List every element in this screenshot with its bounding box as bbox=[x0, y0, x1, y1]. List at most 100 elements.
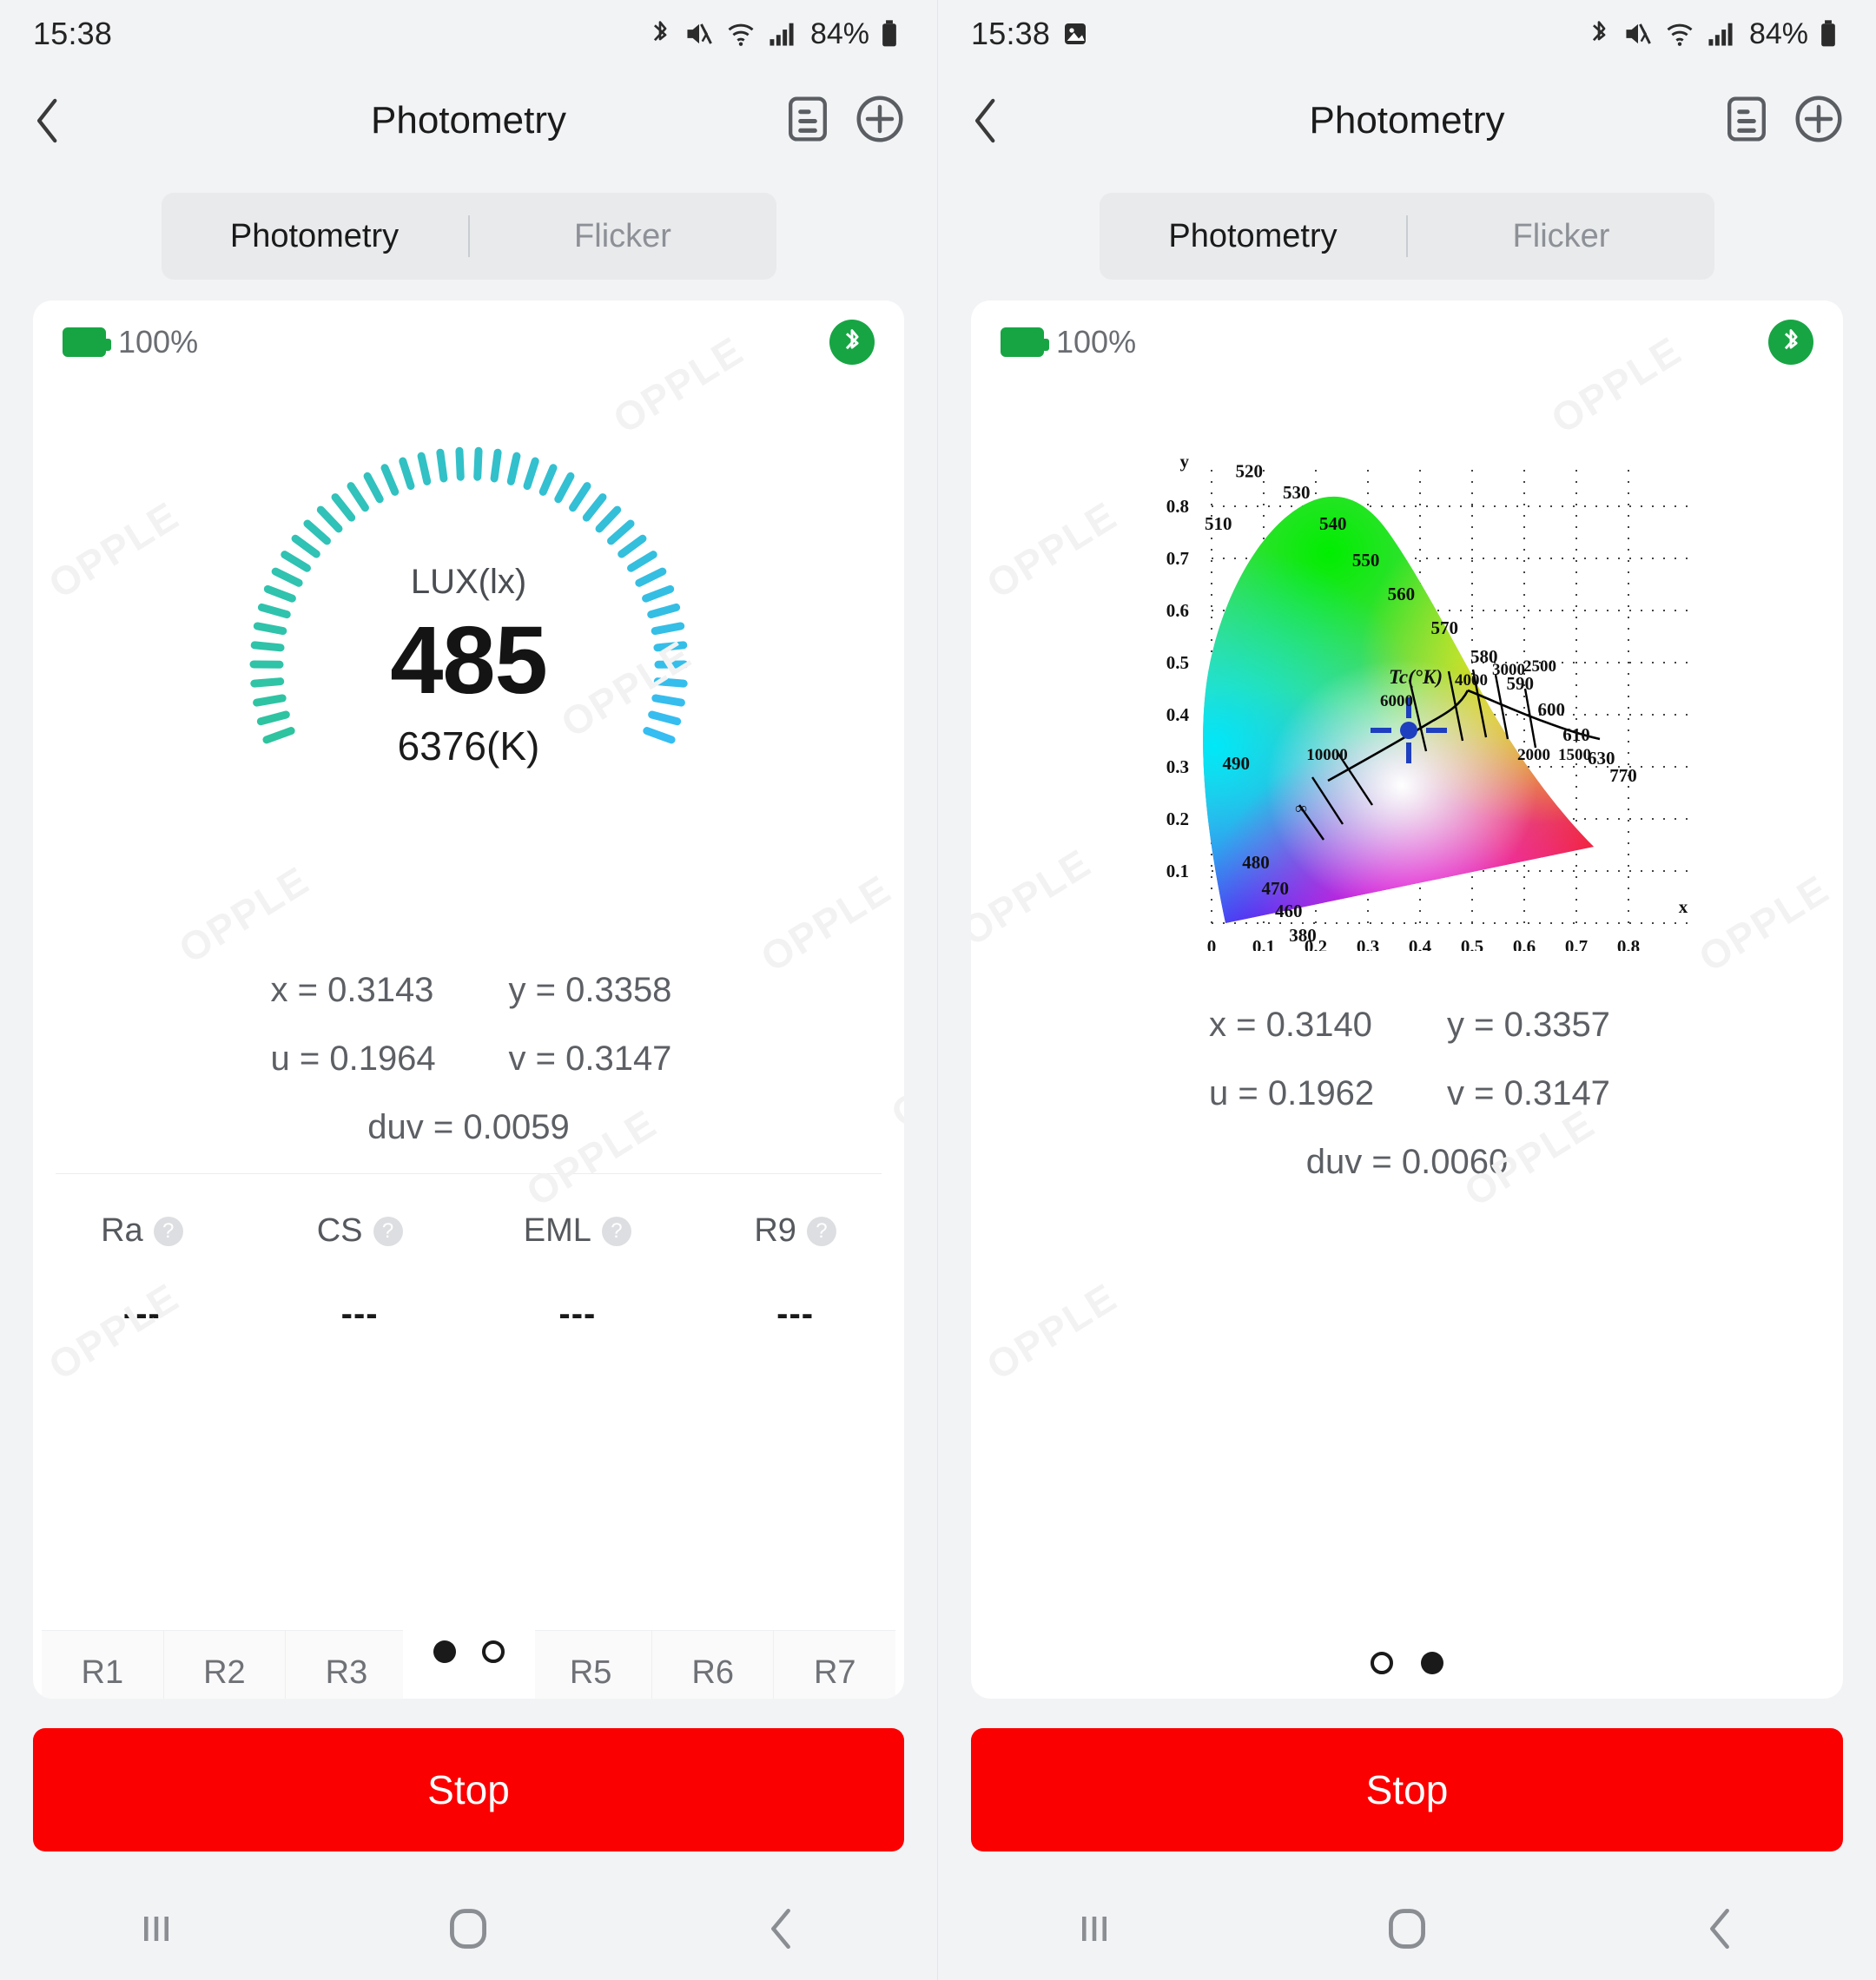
svg-text:0.3: 0.3 bbox=[1166, 756, 1189, 777]
header-back-button[interactable] bbox=[33, 96, 85, 145]
svg-text:0.5: 0.5 bbox=[1461, 936, 1483, 951]
cri-cell-r5[interactable]: R5 bbox=[530, 1631, 652, 1699]
page-dot-active[interactable] bbox=[1421, 1652, 1443, 1674]
value-y: y = 0.3357 bbox=[1407, 1006, 1642, 1045]
help-icon[interactable]: ? bbox=[373, 1217, 403, 1246]
screenshot-icon bbox=[1062, 20, 1088, 48]
stop-action-area: Stop bbox=[938, 1699, 1876, 1878]
nav-back-button[interactable] bbox=[729, 1906, 833, 1951]
svg-text:x: x bbox=[1679, 896, 1688, 917]
cri-cell-r1[interactable]: R1 bbox=[42, 1631, 164, 1699]
chromaticity-values-right: x = 0.3140 y = 0.3357 u = 0.1962 v = 0.3… bbox=[971, 957, 1843, 1208]
right-phone-screen: 15:38 bbox=[938, 0, 1876, 1980]
bluetooth-icon bbox=[839, 327, 865, 357]
bluetooth-icon bbox=[647, 19, 673, 49]
value-row-xy: x = 0.3140 y = 0.3357 bbox=[971, 1006, 1843, 1045]
metric-label: EML bbox=[524, 1212, 591, 1250]
cri-cell-r2[interactable]: R2 bbox=[164, 1631, 287, 1699]
nav-home-button[interactable] bbox=[416, 1906, 520, 1951]
svg-text:600: 600 bbox=[1537, 699, 1565, 720]
metric-value: --- bbox=[686, 1295, 904, 1334]
status-bar-indicators: 84% bbox=[647, 17, 899, 51]
status-bar-indicators: 84% bbox=[1586, 17, 1838, 51]
svg-text:530: 530 bbox=[1283, 482, 1311, 503]
svg-text:0.2: 0.2 bbox=[1166, 808, 1189, 829]
tab-flicker[interactable]: Flicker bbox=[470, 193, 776, 280]
wifi-icon bbox=[725, 20, 756, 48]
nav-home-button[interactable] bbox=[1355, 1906, 1459, 1951]
stop-button[interactable]: Stop bbox=[33, 1728, 904, 1851]
add-button[interactable] bbox=[855, 95, 904, 148]
svg-text:550: 550 bbox=[1352, 550, 1380, 571]
card-device-status: 100% bbox=[33, 300, 904, 384]
device-battery-label: 100% bbox=[1056, 324, 1136, 360]
svg-text:470: 470 bbox=[1261, 878, 1289, 899]
tab-bar-row: Photometry Flicker bbox=[938, 174, 1876, 300]
bluetooth-status-badge bbox=[829, 320, 875, 365]
measurement-card-left: OPPLE OPPLE OPPLE OPPLE OPPLE OPPLE OPPL… bbox=[33, 300, 904, 1699]
svg-text:3000: 3000 bbox=[1492, 661, 1525, 679]
watermark: OPPLE bbox=[978, 1273, 1125, 1389]
value-row-uv: u = 0.1964 v = 0.3147 bbox=[33, 1040, 904, 1079]
nav-recents-button[interactable] bbox=[104, 1911, 208, 1947]
svg-text:2500: 2500 bbox=[1523, 657, 1556, 676]
bluetooth-icon bbox=[1778, 327, 1804, 357]
svg-text:0.4: 0.4 bbox=[1409, 936, 1432, 951]
dual-screenshot-container: 15:38 bbox=[0, 0, 1876, 1980]
segmented-tab-bar: Photometry Flicker bbox=[1100, 193, 1714, 280]
cie-chromaticity-chart: 00.10.20.30.40.50.60.70.80.10.20.30.40.5… bbox=[971, 384, 1843, 957]
metric-header: CS ? bbox=[251, 1212, 469, 1250]
value-y: y = 0.3358 bbox=[469, 971, 704, 1010]
value-duv: duv = 0.0059 bbox=[33, 1108, 904, 1147]
svg-text:490: 490 bbox=[1222, 753, 1250, 774]
mute-vibrate-icon bbox=[1622, 20, 1654, 48]
nav-back-button[interactable] bbox=[1668, 1906, 1772, 1951]
battery-icon bbox=[1001, 327, 1044, 357]
report-button[interactable] bbox=[1725, 96, 1768, 147]
svg-text:380: 380 bbox=[1289, 925, 1317, 946]
document-list-icon bbox=[786, 96, 829, 142]
stop-button[interactable]: Stop bbox=[971, 1728, 1843, 1851]
svg-text:770: 770 bbox=[1609, 765, 1637, 786]
status-bar-battery-percent: 84% bbox=[810, 17, 869, 51]
header-back-button[interactable] bbox=[971, 96, 1023, 145]
value-row-uv: u = 0.1962 v = 0.3147 bbox=[971, 1074, 1843, 1113]
tab-photometry[interactable]: Photometry bbox=[162, 193, 468, 280]
svg-text:10000: 10000 bbox=[1306, 746, 1348, 764]
help-icon[interactable]: ? bbox=[154, 1217, 183, 1246]
page-dot-active[interactable] bbox=[433, 1640, 456, 1663]
svg-text:2000: 2000 bbox=[1517, 746, 1550, 764]
svg-text:560: 560 bbox=[1388, 584, 1416, 604]
help-icon[interactable]: ? bbox=[807, 1217, 836, 1246]
report-button[interactable] bbox=[786, 96, 829, 147]
add-button[interactable] bbox=[1794, 95, 1843, 148]
status-bar: 15:38 bbox=[0, 0, 937, 68]
gauge-readout: LUX(lx) 485 6376(K) bbox=[33, 384, 904, 948]
app-header: Photometry bbox=[0, 68, 937, 174]
help-icon[interactable]: ? bbox=[602, 1217, 631, 1246]
plus-circle-icon bbox=[855, 95, 904, 143]
recents-icon bbox=[1074, 1911, 1114, 1947]
cri-cell-r3[interactable]: R3 bbox=[286, 1631, 408, 1699]
svg-text:570: 570 bbox=[1430, 617, 1458, 638]
page-dot-inactive[interactable] bbox=[1371, 1652, 1393, 1674]
tab-flicker[interactable]: Flicker bbox=[1408, 193, 1714, 280]
device-battery: 100% bbox=[63, 324, 198, 360]
page-indicator-right bbox=[1371, 1652, 1443, 1674]
nav-recents-button[interactable] bbox=[1042, 1911, 1146, 1947]
page-dot-inactive[interactable] bbox=[482, 1640, 505, 1663]
cri-cell-r6[interactable]: R6 bbox=[652, 1631, 775, 1699]
chevron-left-icon bbox=[763, 1906, 798, 1951]
header-actions bbox=[1725, 95, 1843, 148]
svg-text:Tc(°K): Tc(°K) bbox=[1389, 666, 1443, 688]
svg-text:480: 480 bbox=[1242, 852, 1270, 873]
metric-header: R9 ? bbox=[686, 1212, 904, 1250]
quality-metrics: Ra ? --- CS ? --- EML ? bbox=[33, 1174, 904, 1334]
svg-text:0.3: 0.3 bbox=[1357, 936, 1379, 951]
metric-eml: EML ? --- bbox=[469, 1212, 687, 1334]
metric-header: EML ? bbox=[469, 1212, 687, 1250]
tab-photometry[interactable]: Photometry bbox=[1100, 193, 1406, 280]
cri-cell-r7[interactable]: R7 bbox=[774, 1631, 895, 1699]
svg-text:0.6: 0.6 bbox=[1513, 936, 1536, 951]
page-indicator-left bbox=[403, 1605, 535, 1699]
